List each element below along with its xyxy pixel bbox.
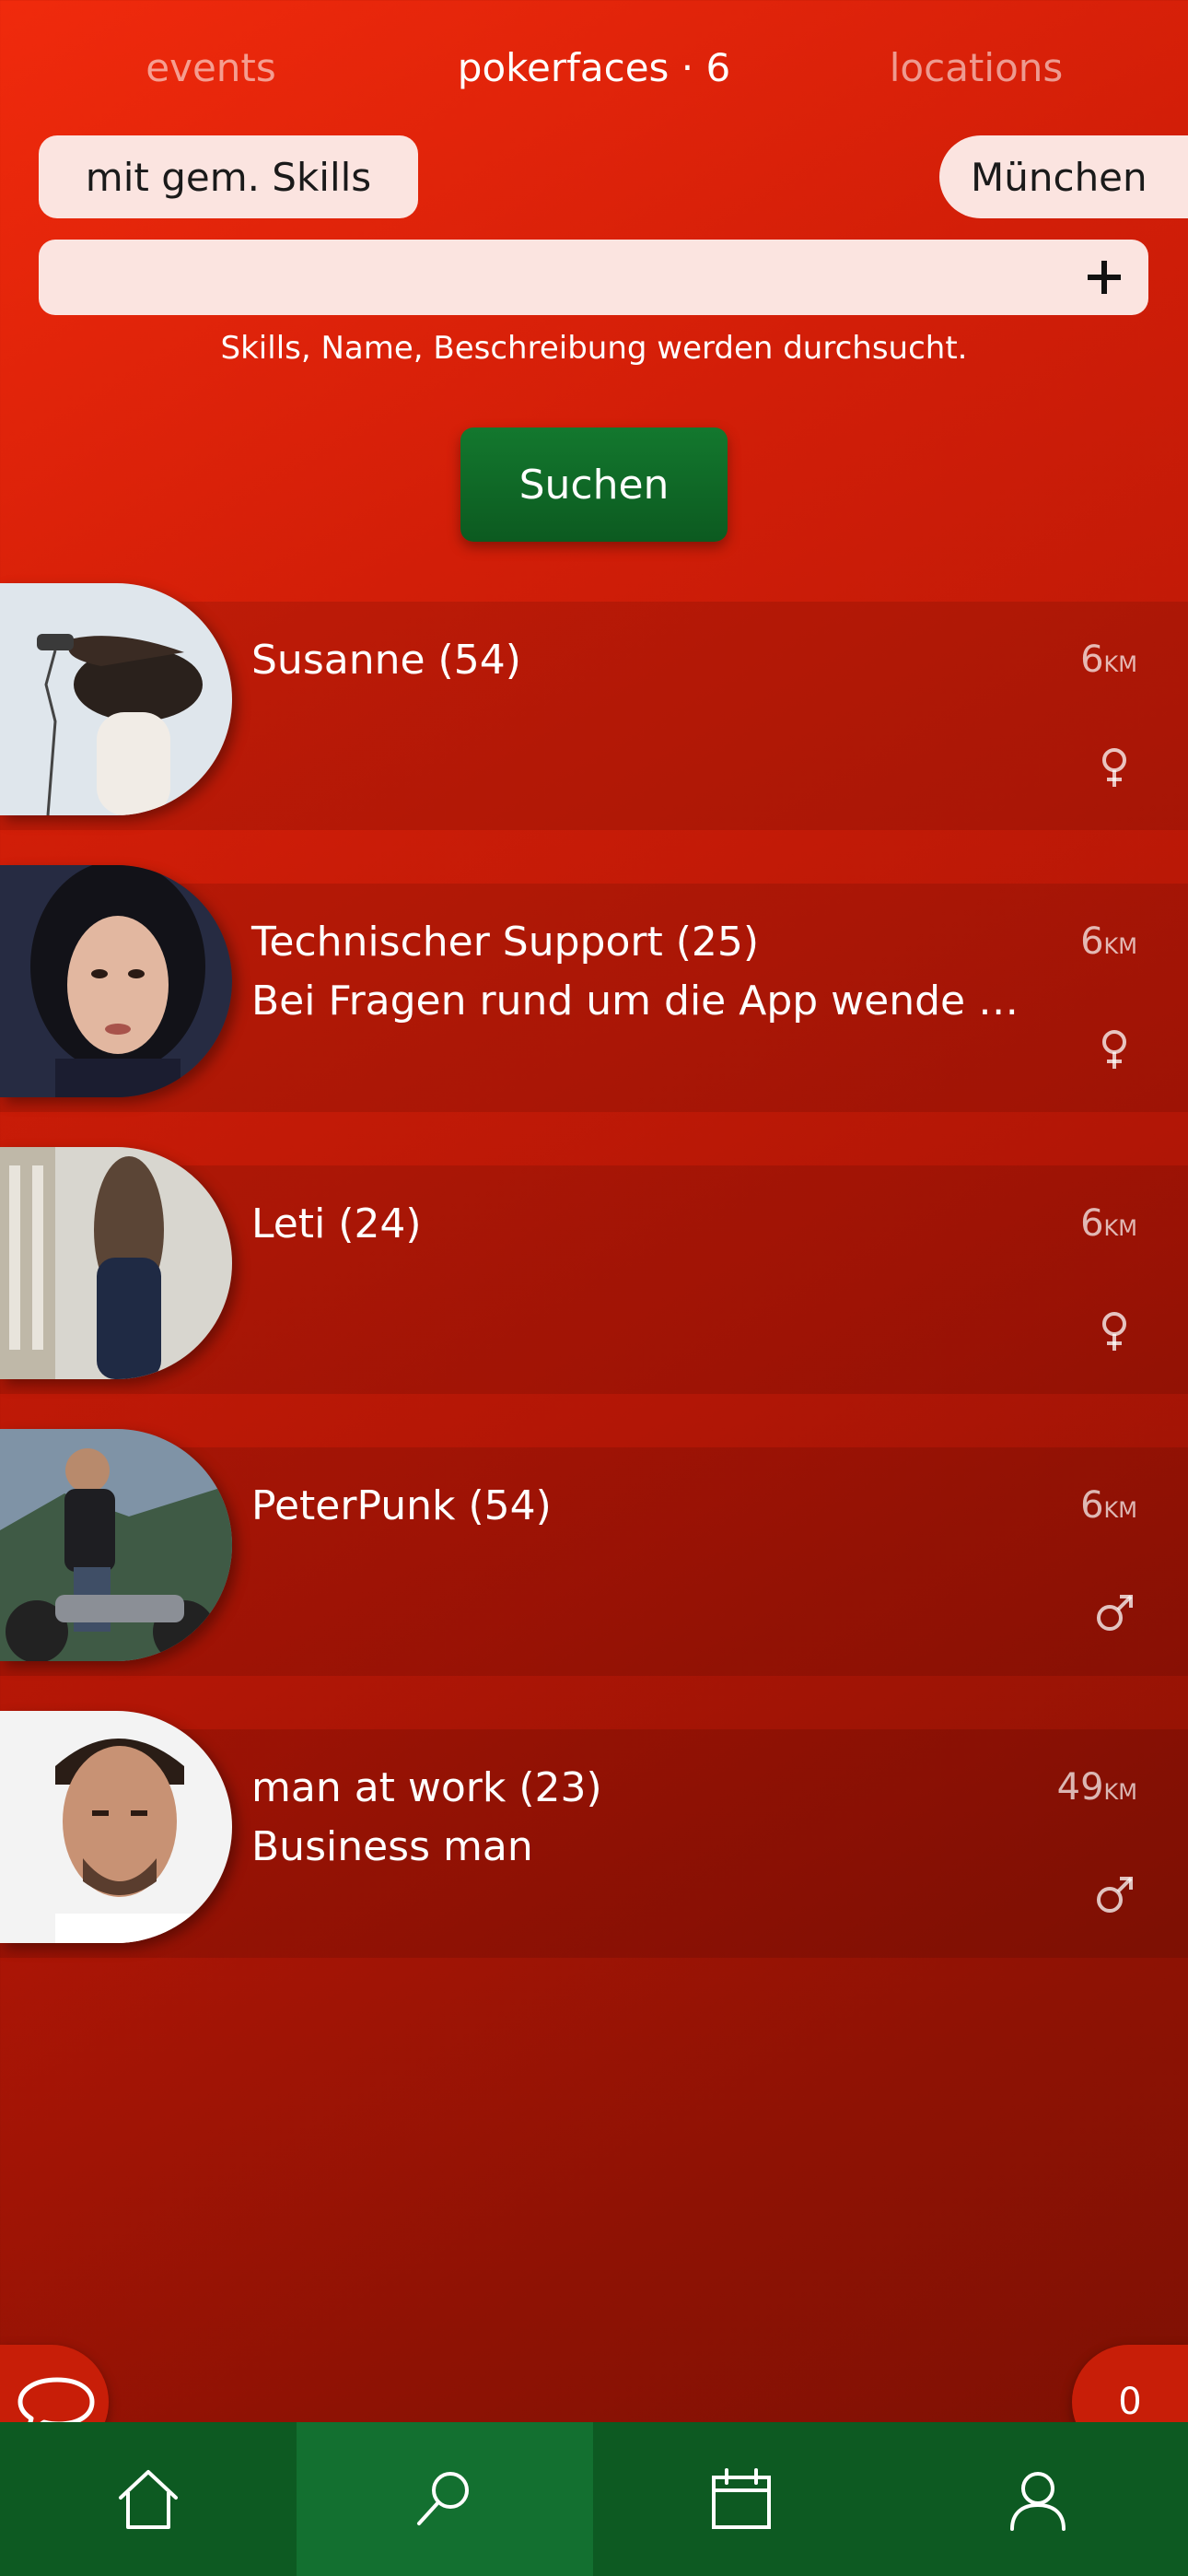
male-icon [1097, 1877, 1133, 1913]
user-description: Bei Fragen rund um die App wende D... [251, 978, 1043, 1025]
nav-profile[interactable] [890, 2422, 1186, 2576]
distance-unit: KM [1103, 1779, 1137, 1805]
search-hint: Skills, Name, Beschreibung werden durchs… [220, 330, 968, 367]
skills-filter-button[interactable]: mit gem. Skills [39, 135, 418, 218]
distance-value: 6 [1080, 920, 1104, 963]
list-item[interactable]: Leti (24) 6KM [0, 1147, 1188, 1399]
tab-pokerfaces[interactable]: pokerfaces · 6 [458, 35, 730, 101]
distance-unit: KM [1103, 651, 1137, 677]
distance-value: 6 [1080, 1484, 1104, 1527]
user-name: PeterPunk (54) [251, 1482, 552, 1529]
distance: 6KM [1080, 920, 1137, 963]
calendar-icon [712, 2467, 771, 2529]
nav-search[interactable] [297, 2422, 593, 2576]
list-item[interactable]: PeterPunk (54) 6KM [0, 1429, 1188, 1681]
list-item[interactable]: man at work (23) Business man 49KM [0, 1711, 1188, 1963]
list-item[interactable]: Susanne (54) 6KM [0, 583, 1188, 836]
distance: 49KM [1057, 1766, 1137, 1809]
avatar[interactable] [0, 1711, 232, 1943]
list-item[interactable]: Technischer Support (25) Bei Fragen rund… [0, 865, 1188, 1118]
search-field[interactable] [39, 240, 1148, 317]
city-filter-button[interactable]: München [939, 135, 1188, 218]
search-button[interactable]: Suchen [460, 427, 728, 542]
user-name: man at work (23) [251, 1764, 602, 1811]
top-tabs: events pokerfaces · 6 locations [0, 35, 1188, 101]
avatar[interactable] [0, 1429, 232, 1661]
skills-filter-label: mit gem. Skills [85, 154, 372, 200]
tab-events[interactable]: events [146, 35, 276, 101]
search-icon [417, 2471, 469, 2525]
plus-icon[interactable] [1077, 250, 1132, 305]
user-name: Technischer Support (25) [251, 919, 760, 966]
bottom-nav [0, 2422, 1188, 2576]
distance-value: 49 [1056, 1766, 1104, 1809]
male-icon [1097, 1595, 1133, 1631]
female-icon [1102, 1312, 1126, 1351]
distance: 6KM [1080, 638, 1137, 681]
distance-unit: KM [1103, 1215, 1137, 1241]
search-input[interactable] [61, 240, 1059, 317]
distance-unit: KM [1103, 1497, 1137, 1523]
female-icon [1102, 748, 1126, 787]
user-name: Leti (24) [251, 1200, 422, 1247]
home-icon [119, 2469, 178, 2529]
distance-unit: KM [1103, 933, 1137, 959]
tab-locations[interactable]: locations [890, 35, 1064, 101]
distance-value: 6 [1080, 1202, 1104, 1245]
avatar[interactable] [0, 1147, 232, 1379]
user-icon [1010, 2471, 1066, 2531]
female-icon [1102, 1030, 1126, 1069]
user-name: Susanne (54) [251, 637, 521, 684]
search-button-label: Suchen [518, 461, 670, 509]
notification-count: 0 [1118, 2381, 1142, 2423]
city-filter-label: München [971, 154, 1147, 200]
nav-home[interactable] [0, 2422, 297, 2576]
avatar[interactable] [0, 583, 232, 815]
distance: 6KM [1080, 1202, 1137, 1245]
user-description: Business man [251, 1823, 533, 1870]
avatar[interactable] [0, 865, 232, 1097]
nav-calendar[interactable] [593, 2422, 890, 2576]
distance-value: 6 [1080, 638, 1104, 681]
distance: 6KM [1080, 1484, 1137, 1527]
